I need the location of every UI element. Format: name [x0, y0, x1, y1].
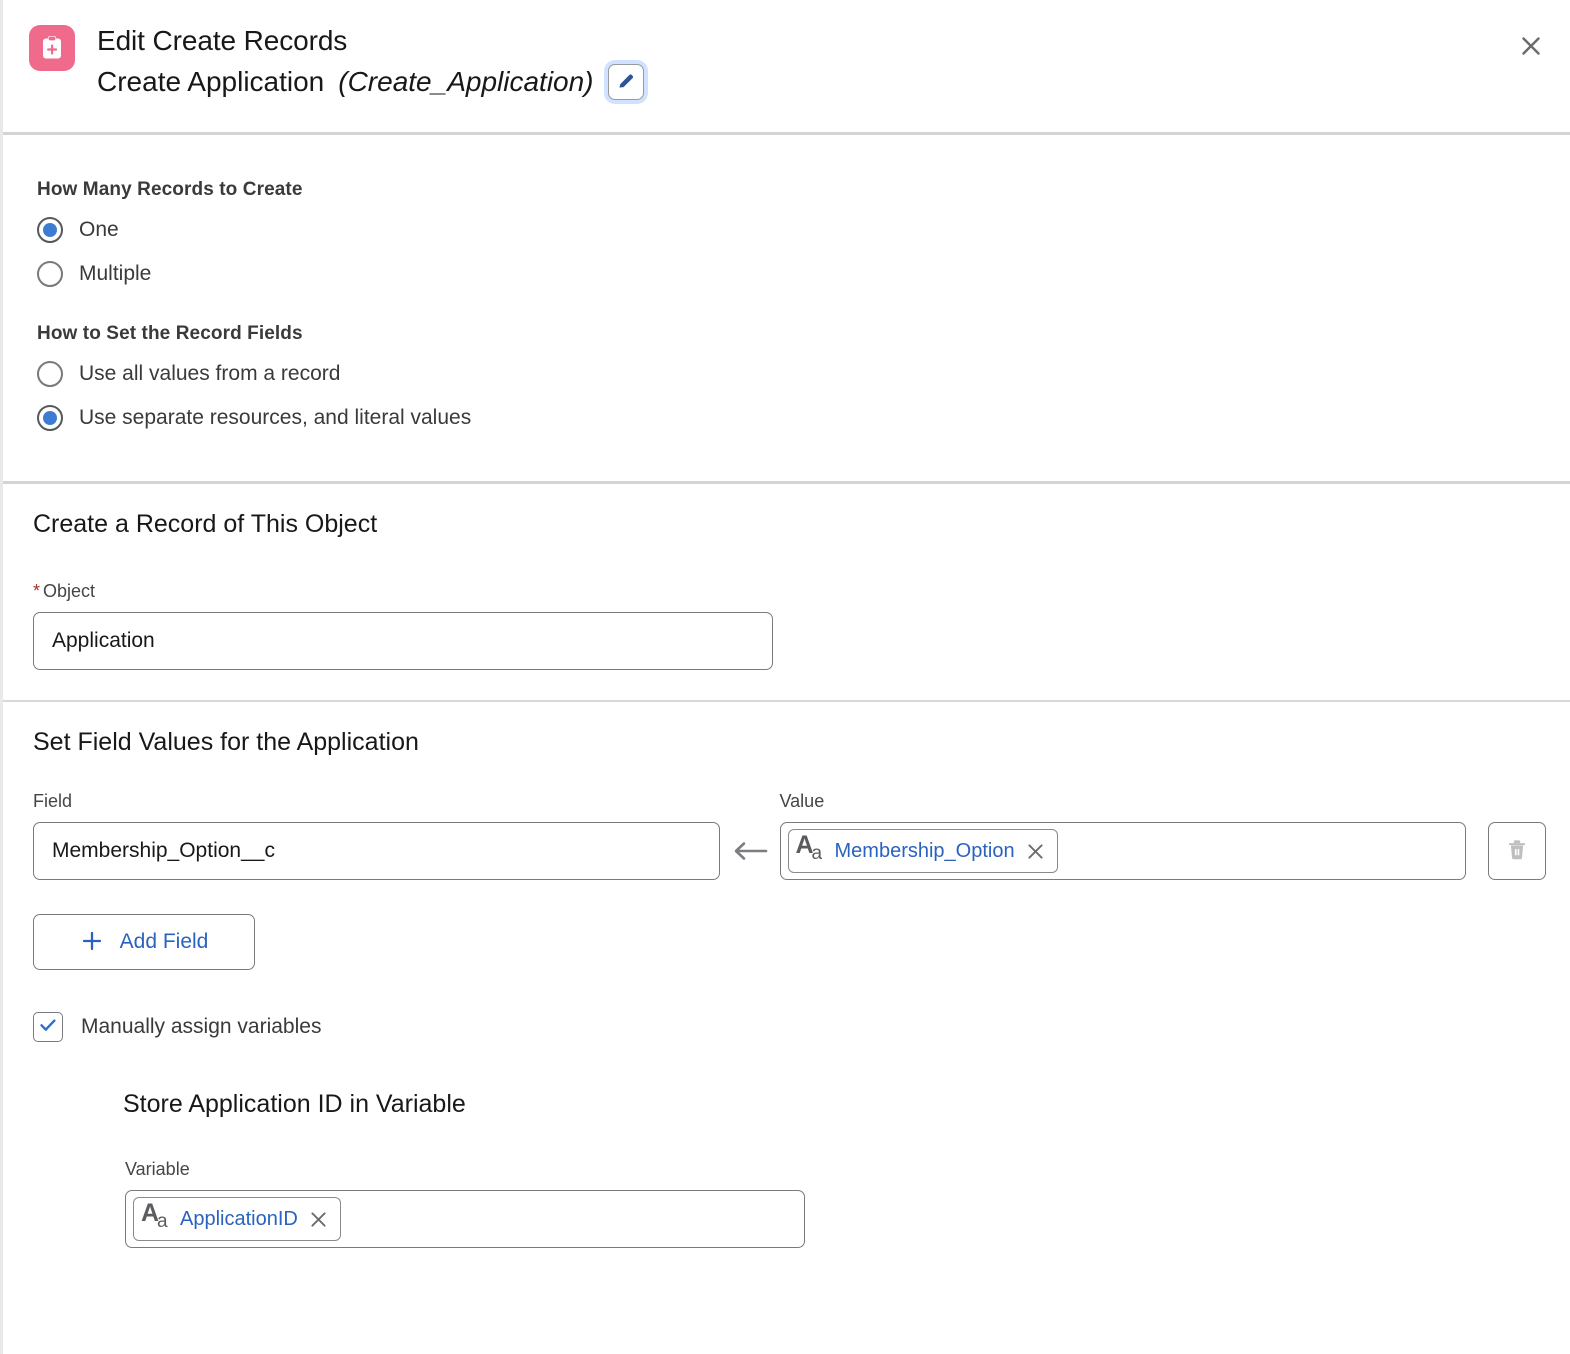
create-records-editor-panel: Edit Create Records Create Application (…: [0, 0, 1570, 1354]
radio-label-multiple: Multiple: [79, 262, 152, 285]
radio-option-multiple[interactable]: Multiple: [37, 253, 1546, 295]
store-variable-body: Variable Aa ApplicationID: [125, 1159, 1546, 1248]
element-label: Create Application: [97, 66, 325, 97]
close-icon: [1519, 34, 1543, 61]
delete-field-row-button[interactable]: [1488, 822, 1546, 880]
radio-option-use-all-values[interactable]: Use all values from a record: [37, 353, 1546, 395]
record-options-section: How Many Records to Create One Multiple …: [3, 135, 1570, 481]
value-resource-pill[interactable]: Aa Membership_Option: [787, 829, 1058, 873]
add-field-button[interactable]: Add Field: [33, 914, 255, 970]
required-asterisk: *: [33, 581, 41, 601]
header-titles: Edit Create Records Create Application (…: [97, 22, 644, 102]
add-field-label: Add Field: [119, 930, 209, 953]
manually-assign-variables-label: Manually assign variables: [81, 1015, 322, 1038]
object-field-group: * Object Application: [33, 581, 773, 670]
manually-assign-variables-row[interactable]: Manually assign variables: [33, 1012, 1546, 1042]
value-resource-name: Membership_Option: [834, 839, 1015, 862]
close-button[interactable]: [1514, 30, 1548, 64]
value-column: Value Aa Membership_Option: [779, 791, 1466, 880]
store-variable-section: Store Application ID in Variable Variabl…: [123, 1090, 1546, 1248]
radio-label-separate-resources: Use separate resources, and literal valu…: [79, 406, 472, 429]
pencil-icon: [616, 62, 636, 102]
edit-label-button[interactable]: [607, 62, 644, 102]
radio-label-one: One: [79, 218, 119, 241]
text-resource-aa-icon: Aa: [795, 831, 823, 864]
object-field-label: Object: [43, 581, 96, 601]
field-value-row: Field Membership_Option__c Value Aa Memb…: [33, 791, 1546, 880]
set-field-values-heading: Set Field Values for the Application: [33, 728, 419, 756]
set-field-values-section: Set Field Values for the Application Fie…: [3, 702, 1570, 1272]
how-to-set-fields-label: How to Set the Record Fields: [37, 323, 303, 344]
object-field-caption: * Object: [33, 581, 773, 602]
text-resource-aa-icon: Aa: [141, 1199, 168, 1232]
how-many-records-label: How Many Records to Create: [37, 179, 303, 200]
delete-row-wrapper: [1488, 822, 1546, 880]
value-column-label: Value: [779, 791, 825, 811]
remove-variable-resource-icon[interactable]: [307, 1207, 331, 1231]
arrow-left-icon: [720, 822, 780, 880]
value-combobox[interactable]: Aa Membership_Option: [779, 822, 1466, 880]
radio-indicator-multiple[interactable]: [37, 261, 63, 287]
remove-value-resource-icon[interactable]: [1024, 839, 1048, 863]
panel-header: Edit Create Records Create Application (…: [3, 0, 1570, 132]
object-section-heading: Create a Record of This Object: [33, 510, 378, 538]
radio-option-separate-resources[interactable]: Use separate resources, and literal valu…: [37, 397, 1546, 439]
field-column: Field Membership_Option__c: [33, 791, 720, 880]
manually-assign-variables-checkbox[interactable]: [33, 1012, 63, 1042]
variable-resource-pill[interactable]: Aa ApplicationID: [133, 1197, 341, 1241]
variable-resource-name: ApplicationID: [180, 1207, 298, 1230]
radio-label-use-all-values: Use all values from a record: [79, 362, 341, 385]
check-icon: [38, 1015, 58, 1040]
field-column-label: Field: [33, 791, 73, 811]
panel-title: Edit Create Records: [97, 25, 348, 56]
variable-combobox[interactable]: Aa ApplicationID: [125, 1190, 805, 1248]
variable-field-group: Variable Aa ApplicationID: [125, 1159, 805, 1248]
element-api-name: (Create_Application): [338, 66, 594, 97]
element-label-row: Create Application (Create_Application): [97, 62, 644, 102]
store-variable-heading: Store Application ID in Variable: [123, 1090, 466, 1118]
radio-indicator-use-all-values[interactable]: [37, 361, 63, 387]
variable-field-label: Variable: [125, 1159, 190, 1179]
radio-option-one[interactable]: One: [37, 209, 1546, 251]
trash-icon: [1504, 837, 1530, 866]
field-name-input[interactable]: Membership_Option__c: [33, 822, 720, 880]
object-section: Create a Record of This Object * Object A…: [3, 484, 1570, 700]
radio-indicator-one[interactable]: [37, 217, 63, 243]
radio-indicator-separate-resources[interactable]: [37, 405, 63, 431]
create-records-clipboard-plus-icon: [29, 25, 75, 71]
plus-icon: [80, 929, 104, 956]
object-input[interactable]: Application: [33, 612, 773, 670]
